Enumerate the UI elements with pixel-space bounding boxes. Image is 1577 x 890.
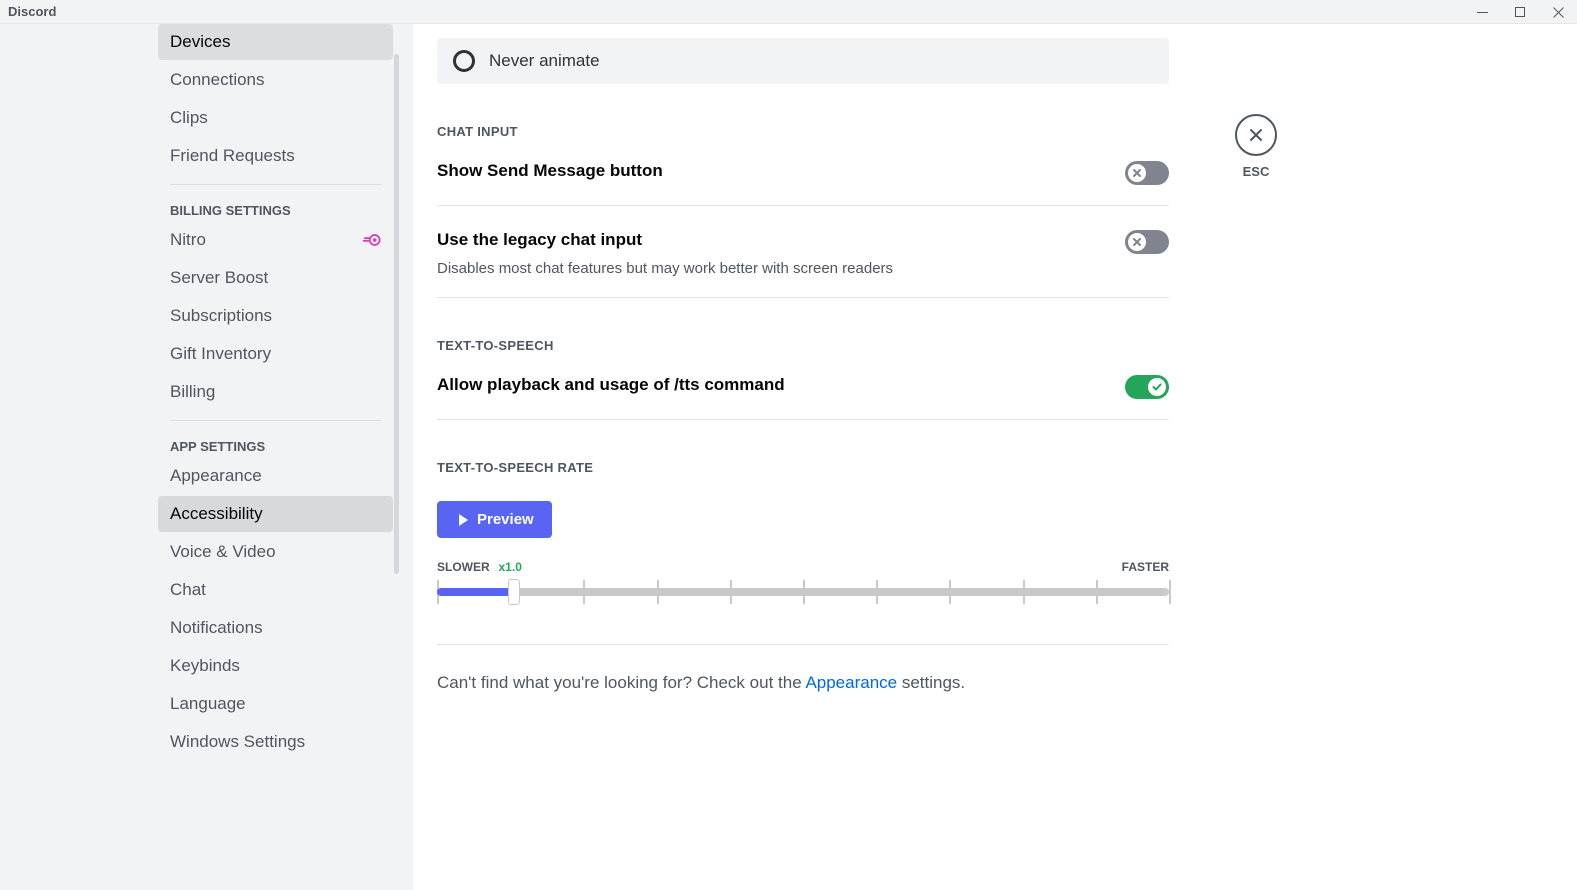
slider-ticks: [437, 580, 1169, 604]
titlebar: Discord: [0, 0, 1577, 24]
window-controls: [1463, 0, 1577, 24]
sidebar-item-label: Friend Requests: [170, 146, 295, 166]
sidebar-divider: [170, 420, 381, 421]
sidebar-item-label: Windows Settings: [170, 732, 305, 752]
footer-hint: Can't find what you're looking for? Chec…: [437, 673, 1169, 693]
sidebar-item-label: Clips: [170, 108, 208, 128]
sidebar-item-clips[interactable]: Clips: [158, 100, 393, 136]
sidebar-region: Devices Connections Clips Friend Request…: [0, 24, 413, 890]
sidebar-item-label: Nitro: [170, 230, 206, 250]
sidebar-item-label: Devices: [170, 32, 230, 52]
setting-label: Show Send Message button: [437, 161, 663, 181]
sidebar-item-accessibility[interactable]: Accessibility: [158, 496, 393, 532]
sidebar-item-gift-inventory[interactable]: Gift Inventory: [158, 336, 393, 372]
close-window-button[interactable]: [1539, 0, 1577, 24]
x-icon: [1131, 236, 1143, 248]
close-settings: ESC: [1235, 114, 1277, 179]
close-esc-label: ESC: [1243, 164, 1270, 179]
sidebar-item-label: Subscriptions: [170, 306, 272, 326]
radio-icon: [453, 50, 475, 72]
preview-button[interactable]: Preview: [437, 501, 552, 538]
sidebar-item-subscriptions[interactable]: Subscriptions: [158, 298, 393, 334]
sidebar-item-notifications[interactable]: Notifications: [158, 610, 393, 646]
preview-label: Preview: [477, 511, 534, 528]
slider-faster-label: FASTER: [1122, 560, 1169, 574]
toggle-show-send-button[interactable]: [1125, 161, 1169, 185]
play-icon: [455, 512, 471, 528]
close-icon: [1248, 127, 1264, 143]
sidebar-item-friend-requests[interactable]: Friend Requests: [158, 138, 393, 174]
section-header-tts: Text-to-Speech: [437, 338, 1169, 353]
sidebar-item-label: Notifications: [170, 618, 263, 638]
x-icon: [1131, 167, 1143, 179]
sidebar-item-billing[interactable]: Billing: [158, 374, 393, 410]
sidebar-divider: [170, 184, 381, 185]
toggle-tts-allow[interactable]: [1125, 375, 1169, 399]
sidebar-item-label: Keybinds: [170, 656, 240, 676]
sidebar-item-language[interactable]: Language: [158, 686, 393, 722]
footer-suffix: settings.: [897, 673, 965, 692]
sidebar: Devices Connections Clips Friend Request…: [158, 24, 393, 890]
check-icon: [1151, 381, 1163, 393]
section-header-tts-rate: Text-to-Speech Rate: [437, 460, 1169, 475]
toggle-thumb: [1148, 378, 1166, 396]
slider-current-value: x1.0: [499, 560, 522, 574]
setting-description: Disables most chat features but may work…: [437, 260, 893, 277]
sidebar-item-label: Accessibility: [170, 504, 263, 524]
slider-fill: [437, 588, 514, 596]
sidebar-header-app: App Settings: [158, 431, 393, 458]
sidebar-header-billing: Billing Settings: [158, 195, 393, 222]
slider-slower-label: SLOWER: [437, 560, 490, 574]
sidebar-item-windows-settings[interactable]: Windows Settings: [158, 724, 393, 760]
content-region: ESC Never animate Chat Input Show Send M…: [413, 24, 1577, 890]
maximize-button[interactable]: [1501, 0, 1539, 24]
sidebar-item-label: Chat: [170, 580, 206, 600]
sidebar-scrollbar[interactable]: [394, 54, 399, 574]
sidebar-item-devices[interactable]: Devices: [158, 24, 393, 60]
sidebar-item-label: Language: [170, 694, 246, 714]
setting-tts-allow: Allow playback and usage of /tts command: [437, 371, 1169, 420]
setting-show-send-button: Show Send Message button: [437, 157, 1169, 206]
sidebar-item-keybinds[interactable]: Keybinds: [158, 648, 393, 684]
sidebar-item-connections[interactable]: Connections: [158, 62, 393, 98]
slider-track[interactable]: [437, 588, 1169, 596]
close-settings-button[interactable]: [1235, 114, 1277, 156]
toggle-thumb: [1128, 233, 1146, 251]
setting-label: Allow playback and usage of /tts command: [437, 375, 785, 395]
radio-never-animate[interactable]: Never animate: [437, 38, 1169, 84]
sidebar-item-nitro[interactable]: Nitro: [158, 222, 393, 258]
sidebar-item-label: Gift Inventory: [170, 344, 271, 364]
tts-rate-slider: SLOWER FASTER x1.0: [437, 588, 1169, 596]
slider-thumb[interactable]: [508, 579, 520, 605]
sidebar-item-chat[interactable]: Chat: [158, 572, 393, 608]
footer-prefix: Can't find what you're looking for? Chec…: [437, 673, 805, 692]
nitro-icon: [363, 233, 381, 247]
sidebar-item-label: Connections: [170, 70, 265, 90]
minimize-button[interactable]: [1463, 0, 1501, 24]
setting-legacy-chat: Use the legacy chat input Disables most …: [437, 226, 1169, 298]
sidebar-item-appearance[interactable]: Appearance: [158, 458, 393, 494]
toggle-thumb: [1128, 164, 1146, 182]
sidebar-item-label: Billing: [170, 382, 215, 402]
slider-labels: SLOWER FASTER: [437, 560, 1169, 574]
sidebar-item-label: Voice & Video: [170, 542, 276, 562]
sidebar-item-label: Appearance: [170, 466, 262, 486]
sidebar-item-label: Server Boost: [170, 268, 268, 288]
setting-label: Use the legacy chat input: [437, 230, 893, 250]
app-title: Discord: [8, 4, 56, 19]
appearance-link[interactable]: Appearance: [805, 673, 897, 692]
footer-divider: [437, 644, 1169, 645]
sidebar-item-voice-video[interactable]: Voice & Video: [158, 534, 393, 570]
sidebar-item-server-boost[interactable]: Server Boost: [158, 260, 393, 296]
toggle-legacy-chat[interactable]: [1125, 230, 1169, 254]
radio-label: Never animate: [489, 51, 600, 71]
section-header-chat-input: Chat Input: [437, 124, 1169, 139]
